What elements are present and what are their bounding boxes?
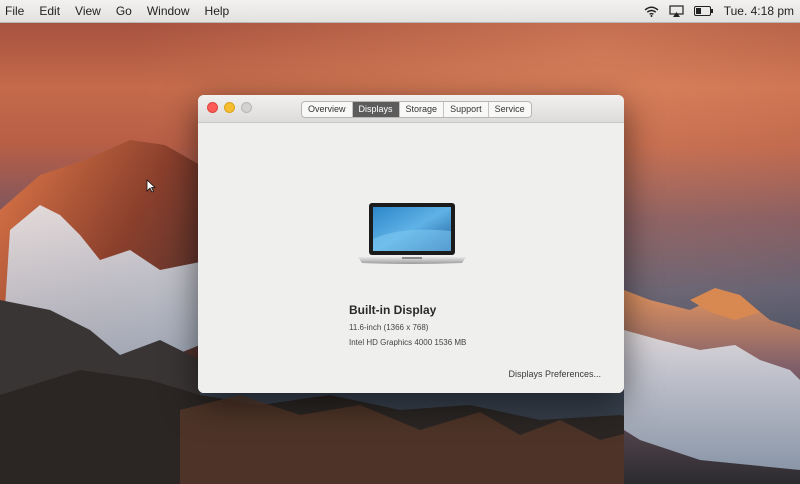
displays-panel: Built-in Display 11.6-inch (1366 x 768) … — [198, 123, 624, 393]
tab-overview[interactable]: Overview — [302, 102, 352, 117]
menu-edit[interactable]: Edit — [34, 4, 70, 18]
displays-preferences-button[interactable]: Displays Preferences... — [508, 369, 601, 379]
window-titlebar[interactable]: Overview Displays Storage Support Servic… — [198, 95, 624, 123]
tab-displays[interactable]: Displays — [351, 102, 399, 117]
menu-window[interactable]: Window — [142, 4, 200, 18]
close-button[interactable] — [207, 102, 218, 113]
segmented-tabs: Overview Displays Storage Support Servic… — [301, 101, 532, 118]
menu-bar-right: Tue. 4:18 pm — [644, 4, 800, 18]
menu-file[interactable]: File — [0, 4, 34, 18]
display-size: 11.6-inch (1366 x 768) — [349, 323, 429, 332]
window-controls — [207, 102, 252, 113]
menu-view[interactable]: View — [70, 4, 111, 18]
menu-bar-left: File Edit View Go Window Help — [0, 4, 239, 18]
minimize-button[interactable] — [224, 102, 235, 113]
menu-go[interactable]: Go — [111, 4, 142, 18]
tab-support[interactable]: Support — [443, 102, 488, 117]
display-graphics: Intel HD Graphics 4000 1536 MB — [349, 338, 467, 347]
menu-bar: File Edit View Go Window Help Tue. 4:18 … — [0, 0, 800, 23]
airplay-icon[interactable] — [669, 5, 684, 17]
battery-icon[interactable] — [693, 6, 714, 16]
display-name: Built-in Display — [349, 303, 437, 317]
tab-storage[interactable]: Storage — [398, 102, 444, 117]
mouse-pointer-icon — [146, 179, 156, 193]
wifi-icon[interactable] — [644, 6, 659, 17]
menu-bar-clock[interactable]: Tue. 4:18 pm — [724, 4, 794, 18]
menu-help[interactable]: Help — [200, 4, 240, 18]
about-this-mac-window: Overview Displays Storage Support Servic… — [198, 95, 624, 393]
laptop-display-icon — [358, 203, 466, 264]
zoom-button[interactable] — [241, 102, 252, 113]
tab-service[interactable]: Service — [487, 102, 531, 117]
